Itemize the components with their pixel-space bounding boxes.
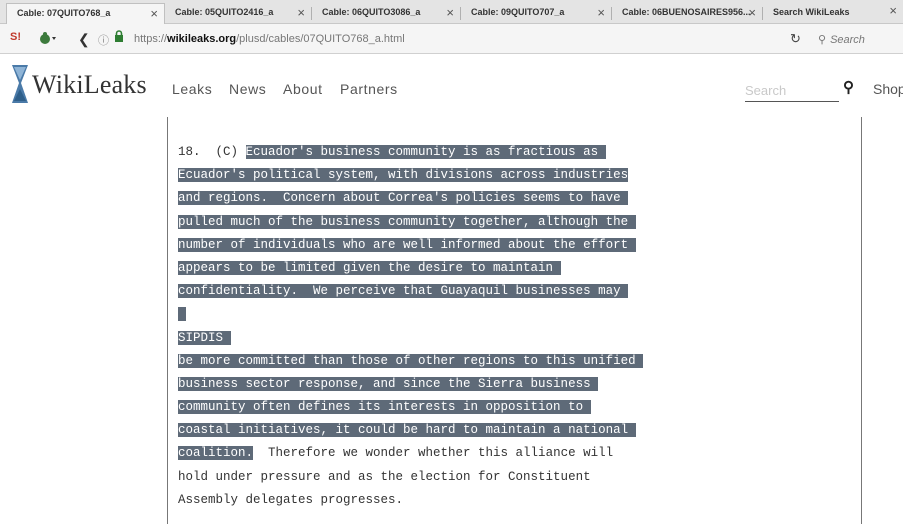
tab-label: Cable: 06BUENOSAIRES956... (622, 7, 751, 17)
search-icon[interactable]: ⚲ (843, 78, 854, 96)
cable-highlighted-text: SIPDIS (178, 330, 231, 345)
close-icon[interactable]: × (889, 3, 897, 18)
url-domain: wikileaks.org (167, 33, 237, 45)
tab-label: Cable: 06QUITO3086_a (322, 7, 421, 17)
reload-icon[interactable]: ↻ (790, 31, 801, 47)
browser-tab-bar: Cable: 07QUITO768_a × Cable: 05QUITO2416… (0, 0, 903, 24)
tab-cable-06buenosaires956[interactable]: Cable: 06BUENOSAIRES956... × (612, 3, 762, 24)
cable-line: be more committed than those of other re… (178, 350, 644, 373)
cable-line: hold under pressure and as the election … (178, 466, 643, 489)
cable-highlighted-text: community often defines its interests in… (178, 400, 591, 415)
tab-search-wikileaks[interactable]: Search WikiLeaks (763, 3, 873, 24)
close-icon[interactable]: × (446, 5, 454, 20)
browser-nav-bar: S! ❮ ⓘ https://wikileaks.org/plusd/cable… (0, 24, 903, 54)
cable-line: SIPDIS (178, 327, 643, 350)
cable-highlighted-text: and regions. Concern about Correa's poli… (178, 191, 629, 206)
search-icon: ⚲ (818, 34, 827, 46)
cable-line: and regions. Concern about Correa's poli… (178, 187, 643, 210)
cable-highlighted-text: coastal initiatives, it could be hard to… (178, 423, 636, 438)
hourglass-logo-icon[interactable] (9, 63, 31, 107)
cable-line: community often defines its interests in… (178, 396, 643, 419)
cable-line: pulled much of the business community to… (178, 211, 643, 234)
cable-highlighted-text: appears to be limited given the desire t… (178, 260, 561, 275)
cable-plain-text: hold under pressure and as the election … (178, 469, 591, 484)
site-header: WikiLeaks Leaks News About Partners Sear… (0, 55, 903, 117)
nav-link-shop[interactable]: Shop (873, 81, 903, 97)
tab-label: Cable: 09QUITO707_a (471, 7, 565, 17)
tab-label: Cable: 07QUITO768_a (17, 8, 111, 18)
cable-line: 18. (C) Ecuador's business community is … (178, 141, 643, 164)
nav-link-about[interactable]: About (283, 81, 323, 97)
cable-highlighted-text: be more committed than those of other re… (178, 353, 644, 368)
cable-plain-text: 18. (C) (178, 145, 246, 159)
tab-cable-07quito768[interactable]: Cable: 07QUITO768_a × (6, 3, 165, 24)
cable-text: 18. (C) Ecuador's business community is … (178, 141, 644, 512)
close-icon[interactable]: × (748, 5, 756, 20)
cable-plain-text: Assembly delegates progresses. (178, 492, 404, 507)
close-icon[interactable]: × (297, 5, 305, 20)
lock-icon (114, 30, 124, 46)
cable-highlighted-text: pulled much of the business community to… (178, 214, 636, 229)
nav-link-partners[interactable]: Partners (340, 81, 398, 97)
tab-label: Cable: 05QUITO2416_a (175, 7, 274, 17)
extension-icon[interactable]: S! (10, 31, 21, 43)
cable-plain-text: Therefore we wonder whether this allianc… (253, 446, 614, 461)
cable-highlighted-text: Ecuador's business community is as fract… (245, 145, 606, 159)
url-prefix: https:// (134, 33, 168, 45)
cable-line: coastal initiatives, it could be hard to… (178, 419, 643, 442)
site-search-input[interactable]: Search (745, 80, 839, 102)
info-icon[interactable]: ⓘ (98, 32, 109, 48)
site-logo-text[interactable]: WikiLeaks (32, 70, 147, 100)
tab-label: Search WikiLeaks (773, 7, 850, 17)
cable-line: business sector response, and since the … (178, 373, 643, 396)
tab-cable-06quito3086[interactable]: Cable: 06QUITO3086_a × (312, 3, 460, 24)
cable-line: number of individuals who are well infor… (178, 234, 643, 257)
cable-line: confidentiality. We perceive that Guayaq… (178, 280, 643, 303)
tab-cable-09quito707[interactable]: Cable: 09QUITO707_a × (461, 3, 611, 24)
cable-line: coalition. Therefore we wonder whether t… (178, 442, 643, 465)
cable-highlighted-text: business sector response, and since the … (178, 376, 599, 391)
url-bar[interactable]: https://wikileaks.org/plusd/cables/07QUI… (134, 33, 405, 45)
cable-line: Ecuador's political system, with divisio… (178, 164, 643, 187)
cable-highlighted-text: number of individuals who are well infor… (178, 237, 636, 252)
close-icon[interactable]: × (597, 5, 605, 20)
cable-line (178, 303, 643, 326)
url-path: /plusd/cables/07QUITO768_a.html (236, 33, 405, 45)
close-icon[interactable]: × (150, 6, 158, 21)
nav-link-news[interactable]: News (229, 81, 266, 97)
cable-line: Assembly delegates progresses. (178, 489, 643, 512)
browser-search-placeholder: Search (830, 34, 865, 46)
cable-highlighted-text: Ecuador's political system, with divisio… (178, 168, 629, 183)
cable-line: appears to be limited given the desire t… (178, 257, 643, 280)
cable-highlighted-text (178, 307, 186, 322)
cable-highlighted-text: confidentiality. We perceive that Guayaq… (178, 284, 629, 299)
tab-cable-05quito2416[interactable]: Cable: 05QUITO2416_a × (165, 3, 311, 24)
cable-highlighted-text: coalition. (178, 446, 254, 461)
browser-search-box[interactable]: ⚲ Search (818, 33, 865, 46)
extension-menu-icon[interactable] (38, 31, 58, 48)
back-arrow-icon[interactable]: ❮ (78, 31, 90, 48)
nav-link-leaks[interactable]: Leaks (172, 81, 212, 97)
